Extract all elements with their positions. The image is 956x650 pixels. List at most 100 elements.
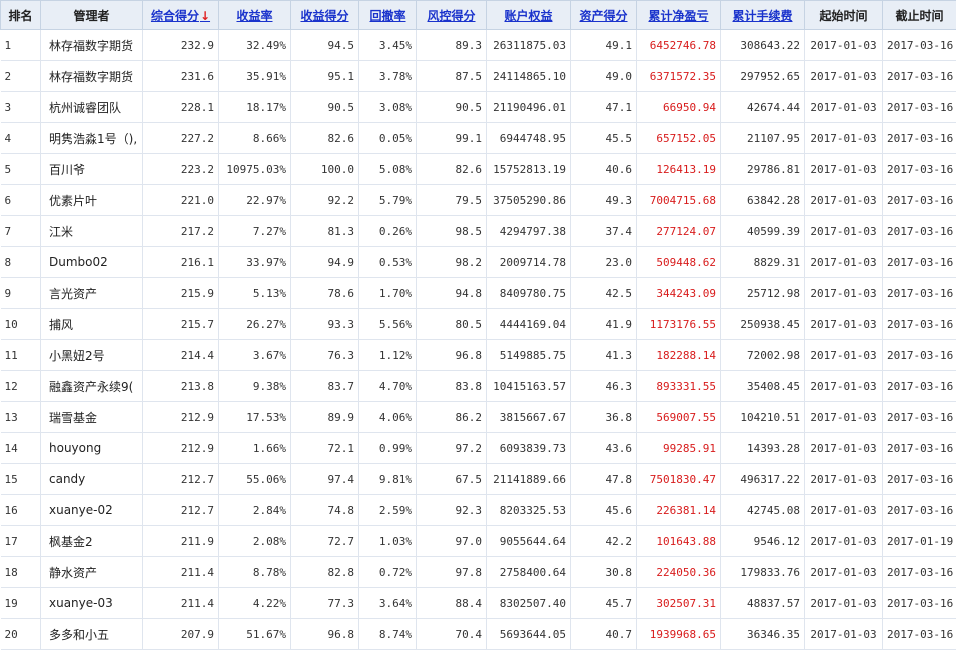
table-row: 14houyong212.91.66%72.10.99%97.26093839.… [1, 433, 956, 464]
end-time-cell: 2017-03-16 [883, 371, 956, 402]
risk-score-cell: 88.4 [417, 588, 487, 619]
fees-cell: 42745.08 [721, 495, 805, 526]
header-total-score-label[interactable]: 综合得分 [151, 9, 199, 23]
equity-cell: 37505290.86 [487, 185, 571, 216]
return-score-cell: 96.8 [291, 619, 359, 650]
start-time-cell: 2017-01-03 [805, 619, 883, 650]
return-score-cell: 76.3 [291, 340, 359, 371]
total-score-cell: 212.9 [143, 433, 219, 464]
table-row: 18静水资产211.48.78%82.80.72%97.82758400.643… [1, 557, 956, 588]
manager-cell: 优素片叶 [41, 185, 143, 216]
risk-score-cell: 97.2 [417, 433, 487, 464]
table-row: 4明隽浩淼1号（),227.28.66%82.60.05%99.16944748… [1, 123, 956, 154]
end-time-cell: 2017-03-16 [883, 247, 956, 278]
header-total-score[interactable]: 综合得分↓ [143, 1, 219, 30]
return-rate-cell: 35.91% [219, 61, 291, 92]
net-pnl-cell: 99285.91 [637, 433, 721, 464]
end-time-cell: 2017-03-16 [883, 464, 956, 495]
leaderboard-table: 排名 管理者 综合得分↓ 收益率 收益得分 回撤率 风控得分 账户权益 资产得分… [0, 0, 956, 650]
equity-cell: 21190496.01 [487, 92, 571, 123]
end-time-cell: 2017-03-16 [883, 619, 956, 650]
drawdown-cell: 2.59% [359, 495, 417, 526]
risk-score-cell: 89.3 [417, 30, 487, 61]
risk-score-cell: 86.2 [417, 402, 487, 433]
start-time-cell: 2017-01-03 [805, 495, 883, 526]
start-time-cell: 2017-01-03 [805, 526, 883, 557]
rank-cell: 15 [1, 464, 41, 495]
drawdown-cell: 4.70% [359, 371, 417, 402]
start-time-cell: 2017-01-03 [805, 216, 883, 247]
end-time-cell: 2017-03-16 [883, 309, 956, 340]
total-score-cell: 214.4 [143, 340, 219, 371]
equity-cell: 9055644.64 [487, 526, 571, 557]
header-drawdown[interactable]: 回撤率 [359, 1, 417, 30]
rank-cell: 6 [1, 185, 41, 216]
rank-cell: 17 [1, 526, 41, 557]
start-time-cell: 2017-01-03 [805, 588, 883, 619]
header-risk-score[interactable]: 风控得分 [417, 1, 487, 30]
total-score-cell: 231.6 [143, 61, 219, 92]
manager-cell: xuanye-02 [41, 495, 143, 526]
equity-cell: 5149885.75 [487, 340, 571, 371]
net-pnl-cell: 1939968.65 [637, 619, 721, 650]
manager-cell: 明隽浩淼1号（), [41, 123, 143, 154]
return-rate-cell: 8.66% [219, 123, 291, 154]
return-score-cell: 90.5 [291, 92, 359, 123]
end-time-cell: 2017-03-16 [883, 402, 956, 433]
equity-cell: 4444169.04 [487, 309, 571, 340]
end-time-cell: 2017-03-16 [883, 30, 956, 61]
asset-score-cell: 45.5 [571, 123, 637, 154]
drawdown-cell: 3.08% [359, 92, 417, 123]
asset-score-cell: 40.6 [571, 154, 637, 185]
drawdown-cell: 0.99% [359, 433, 417, 464]
table-row: 13瑞雪基金212.917.53%89.94.06%86.23815667.67… [1, 402, 956, 433]
start-time-cell: 2017-01-03 [805, 154, 883, 185]
risk-score-cell: 87.5 [417, 61, 487, 92]
drawdown-cell: 8.74% [359, 619, 417, 650]
rank-cell: 11 [1, 340, 41, 371]
drawdown-cell: 3.78% [359, 61, 417, 92]
return-rate-cell: 8.78% [219, 557, 291, 588]
end-time-cell: 2017-03-16 [883, 216, 956, 247]
return-rate-cell: 33.97% [219, 247, 291, 278]
fees-cell: 8829.31 [721, 247, 805, 278]
end-time-cell: 2017-03-16 [883, 340, 956, 371]
start-time-cell: 2017-01-03 [805, 278, 883, 309]
rank-cell: 9 [1, 278, 41, 309]
risk-score-cell: 90.5 [417, 92, 487, 123]
risk-score-cell: 94.8 [417, 278, 487, 309]
total-score-cell: 213.8 [143, 371, 219, 402]
header-asset-score[interactable]: 资产得分 [571, 1, 637, 30]
manager-cell: candy [41, 464, 143, 495]
net-pnl-cell: 569007.55 [637, 402, 721, 433]
header-fees[interactable]: 累计手续费 [721, 1, 805, 30]
manager-cell: houyong [41, 433, 143, 464]
header-net-pnl[interactable]: 累计净盈亏 [637, 1, 721, 30]
risk-score-cell: 83.8 [417, 371, 487, 402]
net-pnl-cell: 182288.14 [637, 340, 721, 371]
equity-cell: 24114865.10 [487, 61, 571, 92]
asset-score-cell: 43.6 [571, 433, 637, 464]
manager-cell: 枫基金2 [41, 526, 143, 557]
header-return-rate[interactable]: 收益率 [219, 1, 291, 30]
start-time-cell: 2017-01-03 [805, 123, 883, 154]
total-score-cell: 212.7 [143, 464, 219, 495]
end-time-cell: 2017-03-16 [883, 433, 956, 464]
total-score-cell: 227.2 [143, 123, 219, 154]
manager-cell: 多多和小五 [41, 619, 143, 650]
asset-score-cell: 42.2 [571, 526, 637, 557]
rank-cell: 14 [1, 433, 41, 464]
return-rate-cell: 22.97% [219, 185, 291, 216]
net-pnl-cell: 101643.88 [637, 526, 721, 557]
header-equity[interactable]: 账户权益 [487, 1, 571, 30]
fees-cell: 104210.51 [721, 402, 805, 433]
end-time-cell: 2017-03-16 [883, 61, 956, 92]
fees-cell: 250938.45 [721, 309, 805, 340]
header-return-score[interactable]: 收益得分 [291, 1, 359, 30]
drawdown-cell: 5.79% [359, 185, 417, 216]
net-pnl-cell: 6371572.35 [637, 61, 721, 92]
net-pnl-cell: 226381.14 [637, 495, 721, 526]
risk-score-cell: 70.4 [417, 619, 487, 650]
total-score-cell: 232.9 [143, 30, 219, 61]
equity-cell: 8302507.40 [487, 588, 571, 619]
